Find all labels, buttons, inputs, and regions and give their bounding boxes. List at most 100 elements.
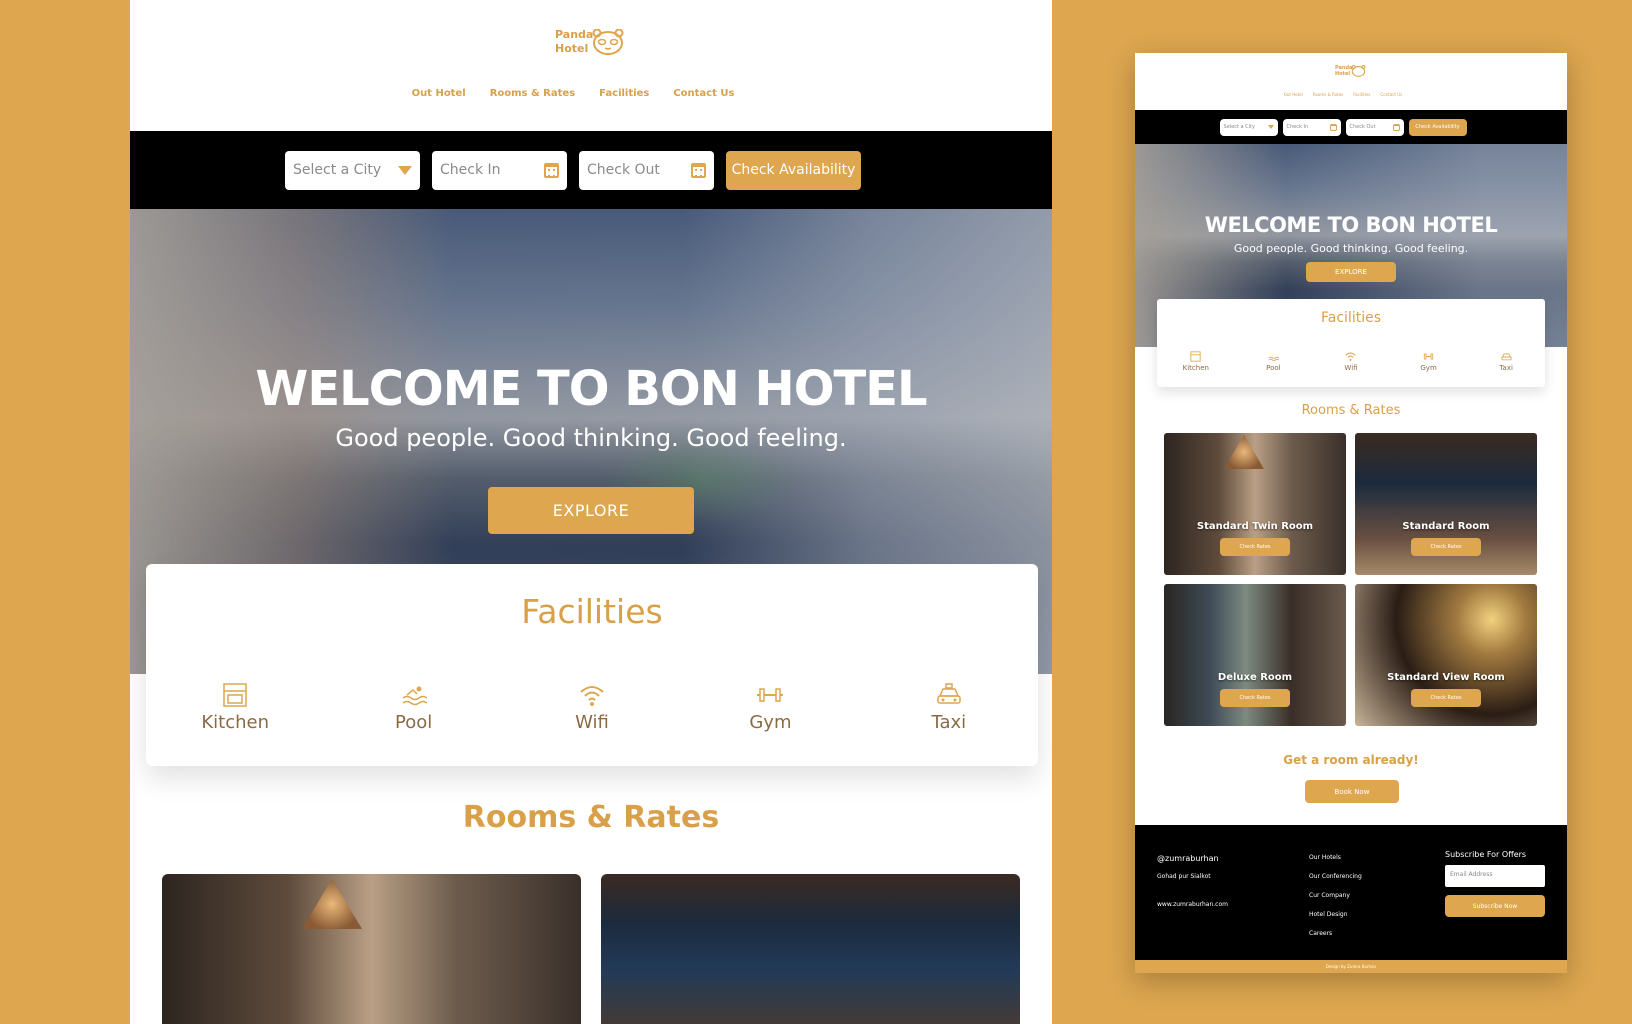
check-rates-button[interactable]: Check Rates (1411, 538, 1481, 556)
facilities-card: Facilities Kitchen Pool Wifi Gym Taxi (146, 564, 1038, 766)
panda-icon (1351, 65, 1366, 77)
logo-line1: Panda (555, 28, 594, 41)
nav-contact-us[interactable]: Contact Us (673, 88, 734, 99)
explore-button[interactable]: EXPLORE (488, 487, 694, 534)
gym-icon (1423, 353, 1434, 360)
taxi-icon (1501, 353, 1512, 361)
site-header-small: Panda Hotel Out Hotel Rooms & Rates Faci… (1135, 53, 1567, 110)
check-availability-button[interactable]: Check Availability (1408, 118, 1467, 136)
room-card-standard-twin[interactable] (162, 874, 581, 1024)
check-out-field[interactable]: Check Out (579, 150, 714, 190)
check-rates-button[interactable]: Check Rates (1411, 689, 1481, 707)
check-in-field[interactable]: Check In (432, 150, 567, 190)
hero-title: WELCOME TO BON HOTEL (255, 361, 927, 417)
footer-address: Gohad pur Sialkot (1157, 873, 1211, 880)
main-nav-small: Out Hotel Rooms & Rates Facilities Conta… (1135, 92, 1567, 97)
facility-gym[interactable]: Gym (1390, 351, 1468, 372)
footer-handle[interactable]: @zumraburhan (1157, 850, 1228, 868)
search-bar: Select a City Check In Check Out Check A… (130, 131, 1052, 209)
site-header: Panda Hotel Out Hotel Rooms & Rates Faci… (130, 0, 1052, 131)
nav-contact-us[interactable]: Contact Us (1380, 92, 1402, 97)
city-select[interactable]: Select a City (1219, 118, 1278, 136)
facility-taxi[interactable]: Taxi (860, 682, 1038, 733)
nav-facilities[interactable]: Facilities (1353, 92, 1370, 97)
check-availability-button[interactable]: Check Availability (726, 150, 861, 190)
cta-text: Get a room already! (1283, 753, 1419, 767)
footer-link[interactable]: Our Hotels (1309, 848, 1362, 867)
check-out-field[interactable]: Check Out (1345, 118, 1404, 136)
dropdown-arrow-icon (398, 165, 412, 175)
search-bar-small: Select a City Check In Check Out Check A… (1135, 110, 1567, 144)
facilities-title: Facilities (521, 592, 663, 631)
calendar-icon (544, 162, 559, 178)
facility-taxi[interactable]: Taxi (1467, 351, 1545, 372)
pool-icon (402, 686, 427, 706)
chandelier-icon (1224, 435, 1264, 469)
logo-small[interactable]: Panda Hotel (1335, 65, 1366, 77)
logo[interactable]: Panda Hotel (555, 28, 625, 56)
check-rates-button[interactable]: Check Rates (1220, 689, 1290, 707)
facility-gym[interactable]: Gym (681, 682, 859, 733)
footer-link[interactable]: Careers (1309, 924, 1362, 943)
facility-pool[interactable]: Pool (1235, 351, 1313, 372)
hero-title: WELCOME TO BON HOTEL (1204, 213, 1498, 237)
nav-facilities[interactable]: Facilities (599, 88, 649, 99)
room-card-standard-view[interactable]: Standard View Room Check Rates (1355, 584, 1537, 726)
footer-link[interactable]: Our Conferencing (1309, 867, 1362, 886)
footer-link[interactable]: Cur Company (1309, 886, 1362, 905)
facility-kitchen[interactable]: Kitchen (146, 682, 324, 733)
subscribe-button[interactable]: Subscribe Now (1445, 895, 1545, 917)
facilities-list: Kitchen Pool Wifi Gym Taxi (146, 682, 1038, 733)
hero-subtitle: Good people. Good thinking. Good feeling… (1233, 242, 1469, 255)
pool-icon (1268, 356, 1279, 361)
chandelier-icon (302, 879, 362, 929)
room-name: Standard Room (1402, 521, 1490, 532)
desktop-preview: Panda Hotel Out Hotel Rooms & Rates Faci… (130, 0, 1052, 1024)
room-name: Deluxe Room (1217, 672, 1293, 683)
footer-link[interactable]: Hotel Design (1309, 905, 1362, 924)
subscribe-title: Subscribe For Offers (1445, 850, 1527, 859)
book-now-button[interactable]: Book Now (1305, 780, 1399, 803)
room-card-standard[interactable]: Standard Room Check Rates (1355, 433, 1537, 575)
kitchen-icon (223, 683, 247, 707)
calendar-icon (1329, 123, 1337, 131)
hero-subtitle: Good people. Good thinking. Good feeling… (335, 424, 847, 452)
facility-wifi[interactable]: Wifi (1312, 351, 1390, 372)
room-card-standard[interactable] (601, 874, 1020, 1024)
panda-icon (592, 29, 624, 55)
full-page-preview: Panda Hotel Out Hotel Rooms & Rates Faci… (1135, 53, 1567, 973)
calendar-icon (691, 162, 706, 178)
site-footer: @zumraburhan Gohad pur Sialkot www.zumra… (1135, 825, 1567, 960)
facility-pool[interactable]: Pool (324, 682, 502, 733)
explore-button[interactable]: EXPLORE (1306, 262, 1396, 282)
check-in-field[interactable]: Check In (1282, 118, 1341, 136)
rooms-title: Rooms & Rates (1301, 403, 1401, 418)
facilities-title: Facilities (1321, 310, 1381, 326)
nav-our-hotel[interactable]: Out Hotel (412, 88, 466, 99)
nav-our-hotel[interactable]: Out Hotel (1284, 92, 1303, 97)
calendar-icon (1392, 123, 1400, 131)
facility-kitchen[interactable]: Kitchen (1157, 351, 1235, 372)
gym-icon (757, 688, 784, 702)
footer-website[interactable]: www.zumraburhan.com (1157, 896, 1228, 914)
logo-line2: Hotel (555, 42, 589, 55)
city-select[interactable]: Select a City (285, 150, 420, 190)
check-rates-button[interactable]: Check Rates (1220, 538, 1290, 556)
email-input[interactable]: Email Address (1445, 865, 1545, 887)
room-card-deluxe[interactable]: Deluxe Room Check Rates (1164, 584, 1346, 726)
room-name: Standard View Room (1387, 672, 1505, 683)
nav-rooms-rates[interactable]: Rooms & Rates (1313, 92, 1343, 97)
dropdown-arrow-icon (1267, 125, 1274, 129)
main-nav: Out Hotel Rooms & Rates Facilities Conta… (130, 88, 1052, 99)
room-name: Standard Twin Room (1196, 521, 1314, 532)
facility-wifi[interactable]: Wifi (503, 682, 681, 733)
design-credit: Design by Zumra Burhan (1135, 960, 1567, 973)
nav-rooms-rates[interactable]: Rooms & Rates (490, 88, 575, 99)
room-card-standard-twin[interactable]: Standard Twin Room Check Rates (1164, 433, 1346, 575)
taxi-icon (937, 683, 961, 704)
facilities-card-small: Facilities Kitchen Pool Wifi Gym Taxi (1157, 299, 1545, 387)
wifi-icon (1345, 352, 1356, 361)
rooms-title: Rooms & Rates (462, 800, 720, 835)
kitchen-icon (1190, 351, 1201, 362)
wifi-icon (580, 686, 604, 706)
